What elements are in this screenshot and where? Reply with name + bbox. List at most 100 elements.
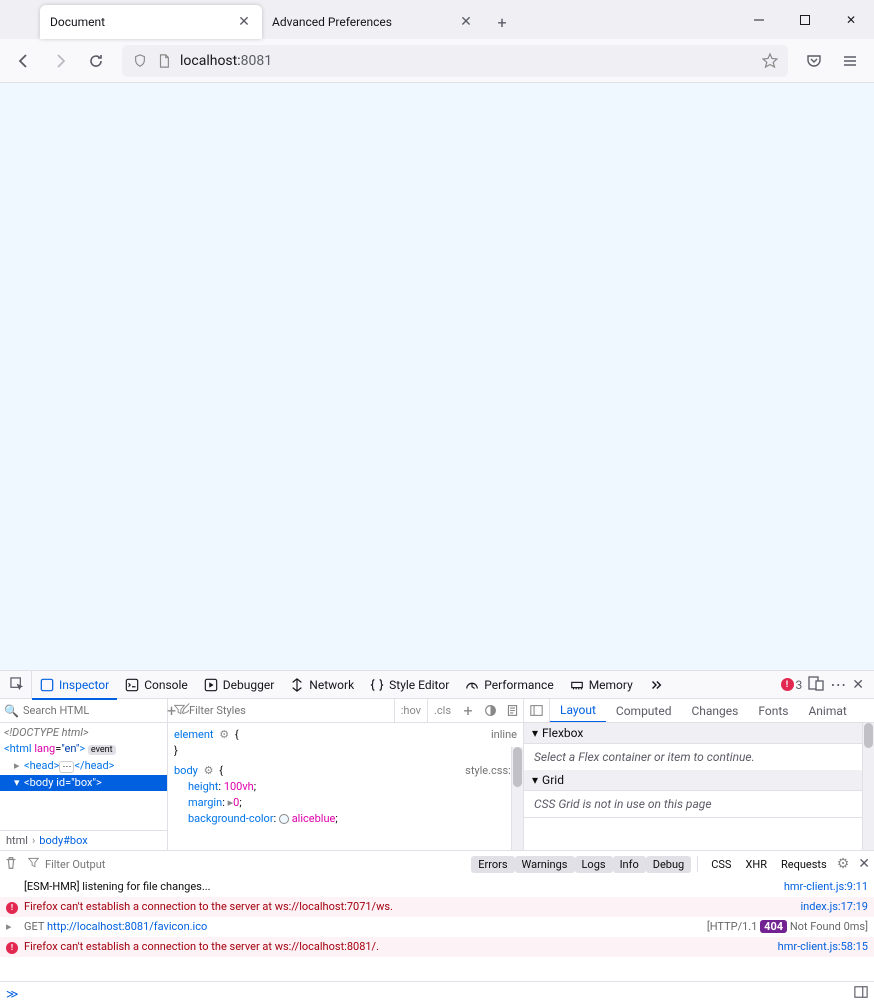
layout-pane: Layout Computed Changes Fonts Animat ▾Fl… [524, 699, 874, 850]
tab-layout[interactable]: Layout [550, 699, 606, 723]
shield-icon [132, 54, 148, 68]
rules-view[interactable]: element ⚙ { inline } body ⚙ { style.css:… [168, 723, 523, 850]
new-tab-button[interactable]: + [488, 8, 516, 36]
reload-button[interactable] [80, 45, 112, 77]
tab-performance[interactable]: Performance [457, 671, 561, 699]
console-output[interactable]: [ESM-HMR] listening for file changes... … [0, 877, 874, 981]
console-input[interactable] [25, 986, 848, 1001]
tab-changes[interactable]: Changes [681, 699, 748, 723]
titlebar: Document ✕ Advanced Preferences ✕ + ✕ [0, 0, 874, 39]
tab-fonts[interactable]: Fonts [748, 699, 798, 723]
split-console-button[interactable] [854, 985, 868, 1002]
forward-button[interactable] [44, 45, 76, 77]
close-window-button[interactable]: ✕ [828, 0, 874, 39]
close-tab-icon[interactable]: ✕ [458, 14, 474, 30]
tab-debugger[interactable]: Debugger [196, 671, 283, 699]
tab-network[interactable]: Network [282, 671, 362, 699]
tab-animations[interactable]: Animat [798, 699, 856, 723]
responsive-mode-button[interactable] [808, 675, 824, 694]
tab-inspector[interactable]: Inspector [32, 672, 117, 700]
error-icon [6, 902, 18, 914]
console-filter-input[interactable] [45, 858, 465, 871]
flexbox-header[interactable]: ▾Flexbox [524, 723, 874, 744]
new-rule-button[interactable]: + [457, 699, 479, 723]
color-swatch[interactable] [279, 814, 289, 824]
error-dot-icon [781, 678, 794, 691]
browser-tab-active[interactable]: Document ✕ [40, 5, 262, 39]
chevron-down-icon: ▾ [532, 726, 538, 740]
devtools-close-button[interactable]: ✕ [852, 677, 864, 693]
breadcrumbs[interactable]: html›body#box [0, 830, 167, 850]
url-bar[interactable]: localhost:8081 [122, 45, 788, 77]
tab-memory[interactable]: Memory [562, 671, 641, 699]
pocket-button[interactable] [798, 45, 830, 77]
filter-warnings[interactable]: Warnings [515, 856, 575, 873]
filter-requests[interactable]: Requests [774, 856, 834, 873]
console-input-row: ≫ [0, 981, 874, 1005]
layout-sidebar-toggle[interactable] [524, 699, 550, 723]
element-picker-button[interactable] [4, 671, 32, 699]
html-search-input[interactable] [23, 704, 163, 717]
filter-info[interactable]: Info [613, 856, 646, 873]
filter-debug[interactable]: Debug [646, 856, 691, 873]
cls-toggle[interactable]: .cls [427, 699, 457, 722]
console-settings-button[interactable]: ⚙ [837, 856, 850, 872]
close-tab-icon[interactable]: ✕ [236, 14, 252, 30]
tab-overflow[interactable] [641, 671, 671, 699]
devtools-menu-button[interactable]: ⋯ [830, 675, 846, 694]
console-error-line: Firefox can't establish a connection to … [0, 897, 874, 917]
filter-xhr[interactable]: XHR [738, 856, 774, 873]
navbar: localhost:8081 [0, 39, 874, 83]
window-controls: ✕ [736, 0, 874, 39]
status-badge: 404 [760, 920, 787, 933]
gear-icon: ⚙ [219, 728, 229, 741]
dom-tree[interactable]: <!DOCTYPE html> <html lang="en"> event ▸… [0, 723, 167, 830]
clear-console-button[interactable] [4, 856, 22, 873]
hov-toggle[interactable]: :hov [394, 699, 427, 722]
search-icon: 🔍 [4, 704, 19, 718]
filter-css[interactable]: CSS [704, 856, 738, 873]
console-network-line: ▸ GET http://localhost:8081/favicon.ico … [0, 917, 874, 937]
browser-tab[interactable]: Advanced Preferences ✕ [262, 5, 484, 39]
back-button[interactable] [8, 45, 40, 77]
html-search-bar: 🔍 + [0, 699, 167, 723]
error-counter[interactable]: 3 [781, 678, 803, 692]
light-dark-button[interactable] [479, 699, 501, 723]
maximize-button[interactable] [782, 0, 828, 39]
filter-icon [174, 704, 185, 718]
filter-icon [28, 857, 39, 871]
gear-icon: ⚙ [204, 764, 214, 777]
filter-logs[interactable]: Logs [575, 856, 613, 873]
tab-styleeditor[interactable]: Style Editor [362, 671, 457, 699]
bookmark-icon[interactable] [762, 53, 778, 69]
prompt-icon: ≫ [6, 987, 19, 1001]
styles-filter-input[interactable] [189, 704, 388, 717]
filter-errors[interactable]: Errors [471, 856, 514, 873]
layout-accordion: ▾Flexbox Select a Flex container or item… [524, 723, 874, 850]
html-pane: 🔍 + <!DOCTYPE html> <html lang="en"> eve… [0, 699, 168, 850]
error-icon [6, 942, 18, 954]
grid-header[interactable]: ▾Grid [524, 770, 874, 791]
styles-pane: :hov .cls + element ⚙ { inline } body ⚙ … [168, 699, 524, 850]
console-error-line: Firefox can't establish a connection to … [0, 937, 874, 957]
tab-title: Document [50, 15, 105, 29]
devtools-tabstrip: Inspector Console Debugger Network Style… [0, 671, 874, 699]
console-toolbar: Errors Warnings Logs Info Debug CSS XHR … [0, 851, 874, 877]
console-close-button[interactable]: ✕ [858, 856, 870, 872]
minimize-button[interactable] [736, 0, 782, 39]
scrollbar[interactable] [862, 723, 874, 850]
chevron-down-icon: ▾ [532, 773, 538, 787]
flexbox-body: Select a Flex container or item to conti… [524, 744, 874, 770]
styles-toolbar: :hov .cls + [168, 699, 523, 723]
console-panel: Errors Warnings Logs Info Debug CSS XHR … [0, 850, 874, 1005]
scrollbar[interactable] [511, 747, 523, 850]
layout-tabs: Layout Computed Changes Fonts Animat [524, 699, 874, 723]
event-badge[interactable]: event [88, 745, 116, 755]
devtools: Inspector Console Debugger Network Style… [0, 670, 874, 1005]
tab-console[interactable]: Console [117, 671, 196, 699]
print-media-button[interactable] [501, 699, 523, 723]
page-icon [156, 54, 172, 68]
menu-button[interactable] [834, 45, 866, 77]
tab-computed[interactable]: Computed [606, 699, 682, 723]
page-content [0, 83, 874, 670]
